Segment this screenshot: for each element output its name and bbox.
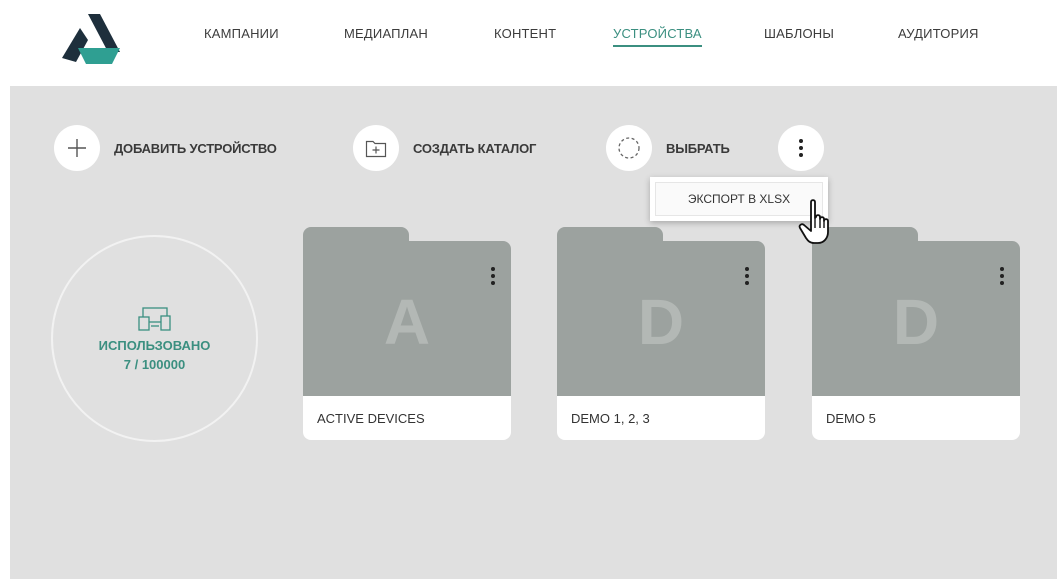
main-nav: КАМПАНИИ МЕДИАПЛАН КОНТЕНТ УСТРОЙСТВА ША… xyxy=(0,26,1057,50)
folder-card[interactable]: A ACTIVE DEVICES xyxy=(303,227,511,440)
nav-item-templates[interactable]: ШАБЛОНЫ xyxy=(764,26,834,41)
usage-count: 7 / 100000 xyxy=(123,356,186,372)
nav-item-devices[interactable]: УСТРОЙСТВА xyxy=(613,26,702,47)
nav-item-campaigns[interactable]: КАМПАНИИ xyxy=(204,26,279,41)
usage-label: ИСПОЛЬЗОВАНО xyxy=(98,337,211,353)
add-folder-icon xyxy=(353,125,399,171)
dashed-circle-icon xyxy=(606,125,652,171)
create-catalog-button[interactable]: СОЗДАТЬ КАТАЛОГ xyxy=(353,125,536,171)
folder-letter: A xyxy=(383,286,431,358)
folder-letter: D xyxy=(892,286,940,358)
folder-name: DEMO 5 xyxy=(812,396,1020,440)
select-label: ВЫБРАТЬ xyxy=(666,140,730,156)
folder-card[interactable]: D DEMO 5 xyxy=(812,227,1020,440)
plus-icon xyxy=(54,125,100,171)
add-device-button[interactable]: ДОБАВИТЬ УСТРОЙСТВО xyxy=(54,125,277,171)
top-navigation-bar: КАМПАНИИ МЕДИАПЛАН КОНТЕНТ УСТРОЙСТВА ША… xyxy=(0,0,1057,86)
folder-name: DEMO 1, 2, 3 xyxy=(557,396,765,440)
usage-indicator: ИСПОЛЬЗОВАНО 7 / 100000 xyxy=(51,235,258,442)
folder-menu-icon[interactable] xyxy=(491,267,495,285)
folder-menu-icon[interactable] xyxy=(745,267,749,285)
select-button[interactable]: ВЫБРАТЬ xyxy=(606,125,730,171)
create-catalog-label: СОЗДАТЬ КАТАЛОГ xyxy=(413,140,537,156)
add-device-label: ДОБАВИТЬ УСТРОЙСТВО xyxy=(114,140,277,156)
nav-item-audience[interactable]: АУДИТОРИЯ xyxy=(898,26,979,41)
nav-item-mediaplan[interactable]: МЕДИАПЛАН xyxy=(344,26,428,41)
devices-icon xyxy=(137,306,171,331)
folder-menu-icon[interactable] xyxy=(1000,267,1004,285)
folder-letter: D xyxy=(637,286,685,358)
folder-card[interactable]: D DEMO 1, 2, 3 xyxy=(557,227,765,440)
hand-cursor-icon xyxy=(798,199,829,244)
folder-name: ACTIVE DEVICES xyxy=(303,396,511,440)
nav-item-content[interactable]: КОНТЕНТ xyxy=(494,26,556,41)
more-vertical-icon[interactable] xyxy=(778,125,824,171)
